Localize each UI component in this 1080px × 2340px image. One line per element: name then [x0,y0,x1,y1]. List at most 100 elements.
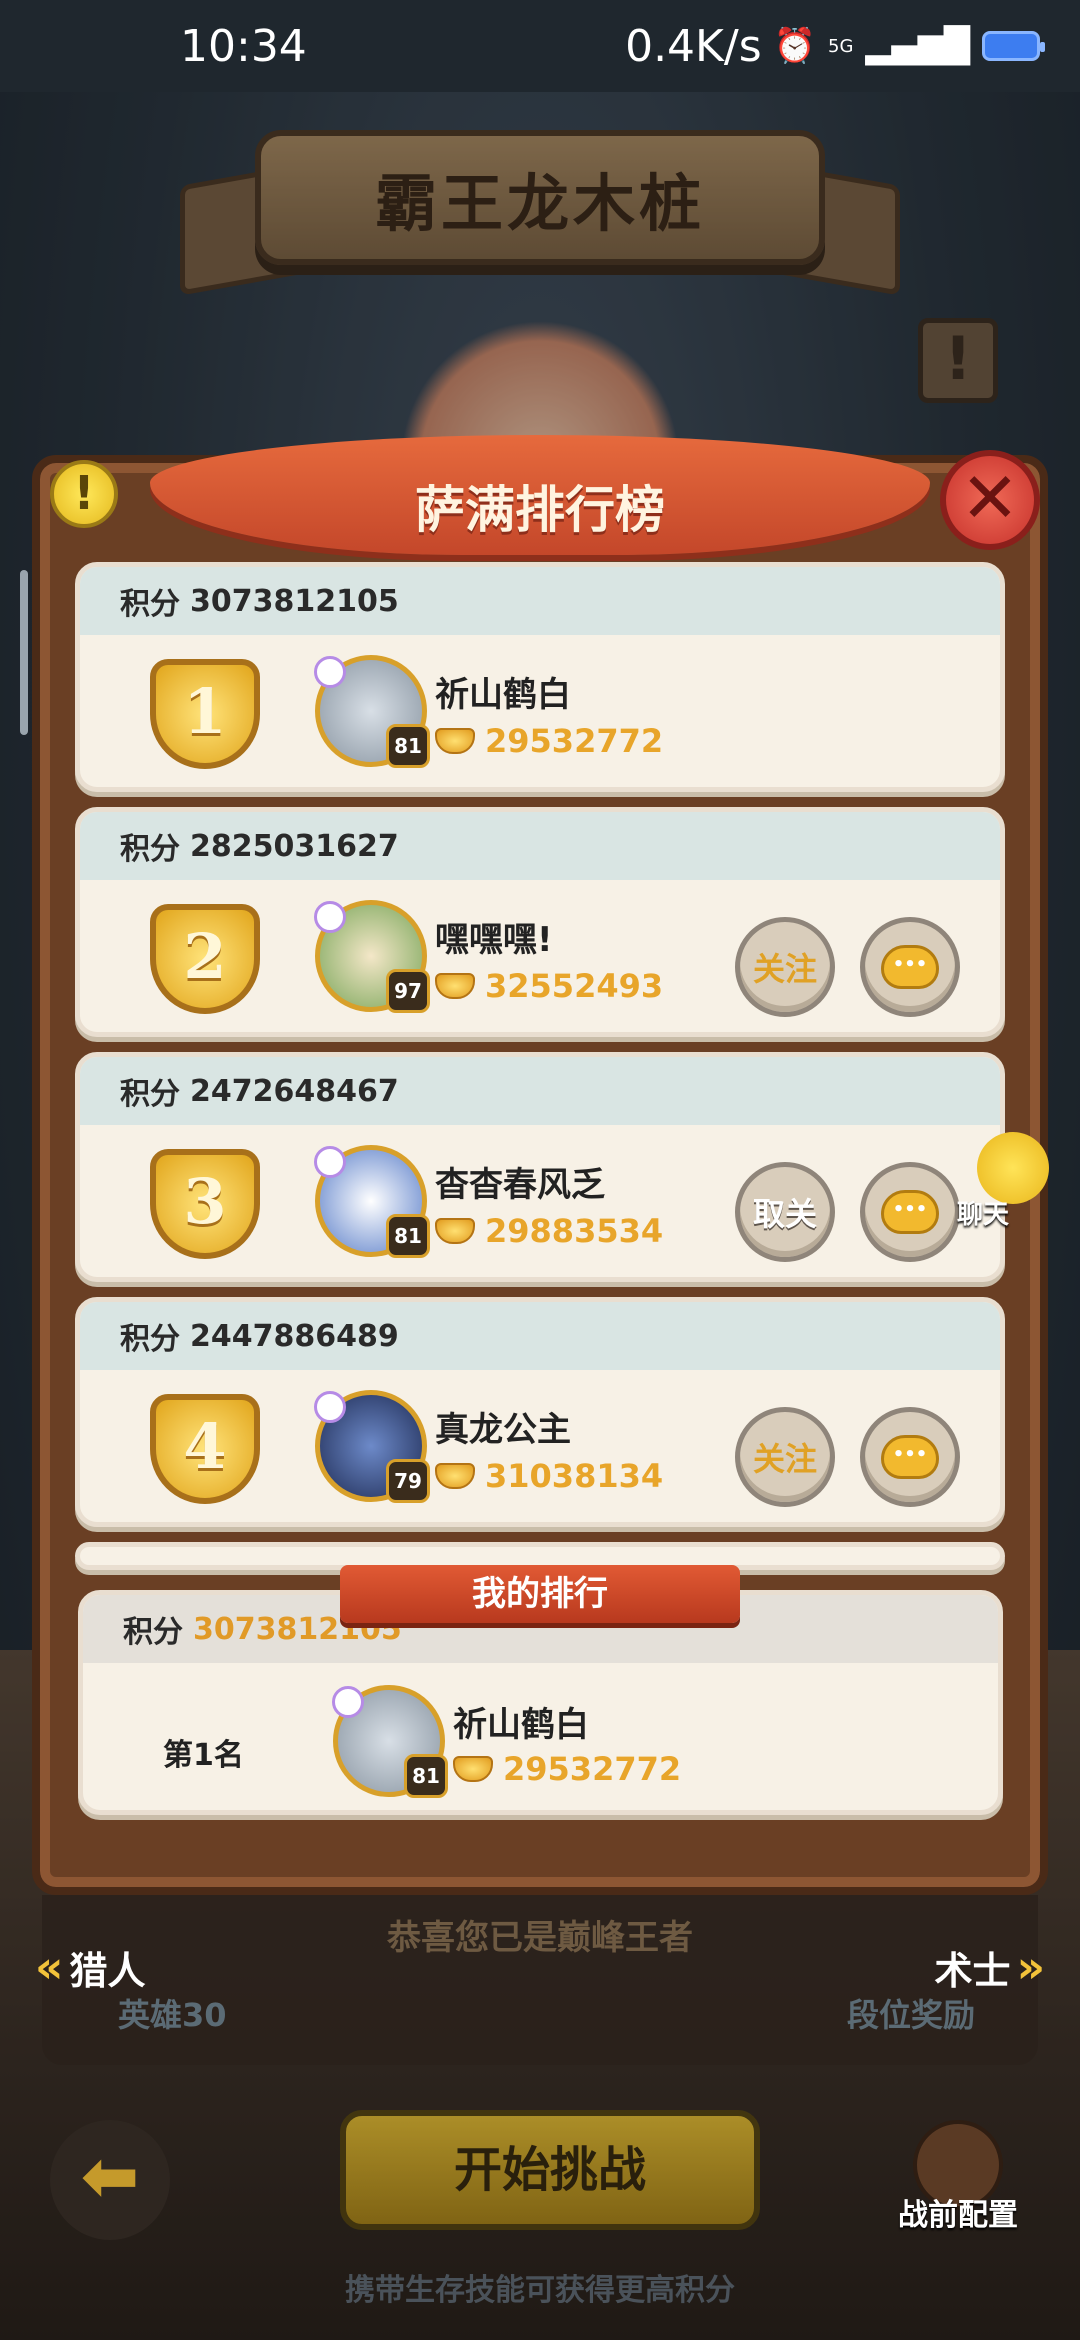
leaderboard-list[interactable]: 积分 3073812105 1 81 祈山鹤白 29532772 积分 2825… [75,562,1005,1585]
prebattle-config-button[interactable]: 战前配置 [888,2120,1028,2234]
chat-bubble-icon: ••• [881,1435,939,1479]
close-button[interactable]: ✕ [940,450,1040,550]
leaderboard-row[interactable]: 积分 2825031627 2 97 嘿嘿嘿! 32552493 关注 ••• [75,807,1005,1037]
score-header: 积分 2472648467 [80,1057,1000,1125]
next-class-button[interactable]: 术士 » [935,1940,1045,1995]
score-value: 3073812105 [190,583,399,619]
chat-bubble-icon: ••• [881,1190,939,1234]
my-rank-position: 第1名 [163,1738,244,1773]
player-name: 嘿嘿嘿! [435,920,553,960]
prev-class-label: 猎人 [69,1949,146,1993]
gold-ingot-icon [435,1218,475,1244]
player-level: 81 [404,1754,448,1798]
follow-button[interactable]: 关注 [735,1407,835,1507]
net-speed: 0.4K/s [625,20,762,72]
floating-chat-label: 聊天 [957,1200,1010,1230]
player-power: 32552493 [435,967,663,1005]
gold-ingot-icon [453,1756,493,1782]
rank-number: 3 [183,1165,227,1238]
score-label: 积分 [123,1615,183,1650]
score-label: 积分 [120,587,180,622]
battery-icon [982,31,1045,61]
player-name: 祈山鹤白 [435,675,571,715]
rank-badge-icon: 4 [140,1382,270,1512]
score-value: 2825031627 [190,828,399,864]
rank-number: 2 [183,920,227,993]
score-label: 积分 [120,1322,180,1357]
avatar[interactable]: 81 [314,655,430,768]
avatar[interactable]: 81 [314,1145,430,1258]
player-level: 81 [386,1214,430,1258]
prev-class-button[interactable]: « 猎人 [35,1940,145,1995]
player-power: 29532772 [453,1750,681,1788]
my-rank-card[interactable]: 积分 3073812105 第1名 81 祈山鹤白 29532772 [78,1590,1003,1815]
rank-number: 1 [183,675,227,748]
scrollbar[interactable] [20,570,28,735]
avatar[interactable]: 81 [332,1685,448,1798]
rank-number: 4 [183,1410,227,1483]
score-value: 2447886489 [190,1318,399,1354]
double-chevron-right-icon: » [1016,1942,1045,1993]
player-power: 29883534 [435,1212,663,1250]
stage-title: 霸王龙木桩 [374,166,705,240]
score-header: 积分 2447886489 [80,1302,1000,1370]
class-tag-icon [314,901,346,933]
score-header: 积分 3073812105 [80,567,1000,635]
score-header: 积分 2825031627 [80,812,1000,880]
signal-label: 5G [828,35,854,57]
gold-ingot-icon [435,1463,475,1489]
status-bar: 10:34 0.4K/s ⏰ 5G ▂▄▆█ [0,0,1080,92]
power-value: 29883534 [485,1212,664,1250]
start-challenge-button[interactable]: 开始挑战 [340,2110,760,2230]
unfollow-button[interactable]: 取关 [735,1162,835,1262]
leaderboard-row[interactable]: 积分 2472648467 3 81 杳杳春风乏 29883534 取关 ••• [75,1052,1005,1282]
signal-icon: ▂▄▆█ [865,26,970,66]
gold-ingot-icon [435,728,475,754]
back-arrow-icon[interactable]: ⬅ [50,2120,170,2240]
floating-chat-button[interactable]: 聊天 [942,1132,1052,1232]
player-power: 31038134 [435,1457,663,1495]
hint-text: 携带生存技能可获得更高积分 [345,2273,735,2308]
avatar[interactable]: 79 [314,1390,430,1503]
follow-button[interactable]: 关注 [735,917,835,1017]
exclamation-sign-icon[interactable]: ! [918,318,998,403]
gold-ingot-icon [435,973,475,999]
rank-badge-icon: 2 [140,892,270,1022]
score-label: 积分 [120,832,180,867]
player-name: 真龙公主 [435,1410,571,1450]
rank-badge-icon: 3 [140,1137,270,1267]
player-power: 29532772 [435,722,663,760]
congrats-text: 恭喜您已是巅峰王者 [387,1918,693,1958]
power-value: 29532772 [485,722,664,760]
power-value: 31038134 [485,1457,664,1495]
stage-title-banner: 霸王龙木桩 [255,130,825,265]
chat-button[interactable]: ••• [860,1407,960,1507]
class-tag-icon [314,1146,346,1178]
player-name: 祈山鹤白 [453,1705,589,1745]
alarm-icon: ⏰ [773,26,816,66]
hero-reward-label: 英雄30 [118,1996,227,2034]
class-tag-icon [314,656,346,688]
avatar[interactable]: 97 [314,900,430,1013]
rank-badge-icon: 1 [140,647,270,777]
leaderboard-title: 萨满排行榜 [415,481,665,539]
score-value: 2472648467 [190,1073,399,1109]
chat-button[interactable]: ••• [860,917,960,1017]
my-rank-ribbon: 我的排行 [340,1565,740,1623]
power-value: 32552493 [485,967,664,1005]
player-level: 81 [386,724,430,768]
status-time: 10:34 [180,20,307,72]
rank-reward-label[interactable]: 段位奖励 [847,1990,975,2036]
next-class-label: 术士 [934,1949,1011,1993]
prebattle-label: 战前配置 [898,2198,1018,2233]
player-level: 79 [386,1459,430,1503]
player-name: 杳杳春风乏 [435,1165,605,1205]
info-icon[interactable]: ! [50,460,118,528]
class-tag-icon [332,1686,364,1718]
chat-bubble-icon: ••• [881,945,939,989]
leaderboard-row[interactable]: 积分 2447886489 4 79 真龙公主 31038134 关注 ••• [75,1297,1005,1527]
leaderboard-row[interactable]: 积分 3073812105 1 81 祈山鹤白 29532772 [75,562,1005,792]
double-chevron-left-icon: « [35,1942,64,1993]
score-label: 积分 [120,1077,180,1112]
power-value: 29532772 [503,1750,682,1788]
